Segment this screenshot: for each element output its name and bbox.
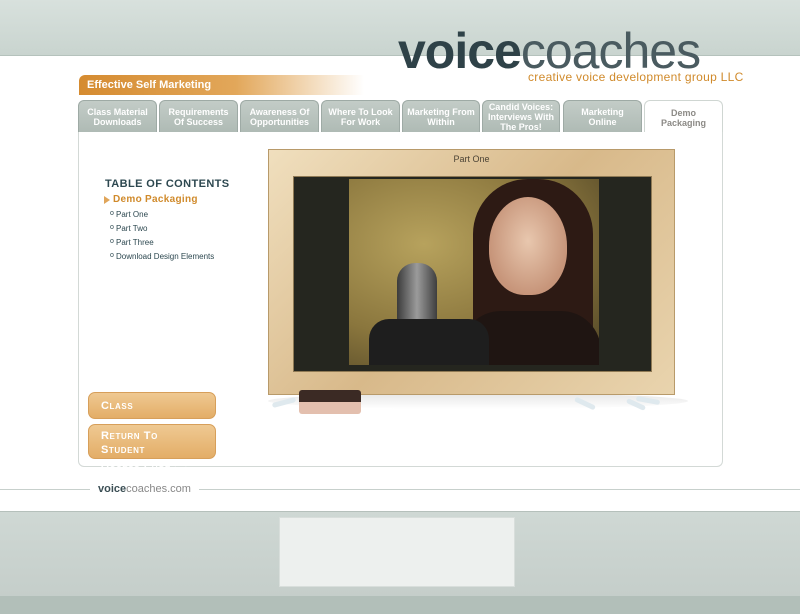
toc-item-part-two[interactable]: Part Two (110, 224, 255, 233)
tab-marketing-online[interactable]: Marketing Online (563, 100, 642, 133)
toc-current-section[interactable]: Demo Packaging (104, 194, 255, 205)
footer-logo-light: coaches.com (126, 483, 191, 495)
voicecoaches-logo[interactable]: voicecoaches creative voice development … (398, 26, 743, 86)
logo-wordmark: voicecoaches (398, 26, 728, 76)
return-button-line-1: Return To Student (101, 430, 158, 456)
tab-requirements-of-success[interactable]: Requirements Of Success (159, 100, 238, 133)
eraser-icon (299, 390, 361, 416)
tab-candid-voices[interactable]: Candid Voices: Interviews With The Pros! (482, 100, 560, 133)
table-of-contents: TABLE OF CONTENTS Demo Packaging Part On… (104, 178, 255, 266)
class-instructions-button[interactable]: Class Instructions (88, 392, 216, 439)
footer-box (279, 517, 515, 587)
toc-title: TABLE OF CONTENTS (105, 178, 230, 190)
toc-item-part-one[interactable]: Part One (110, 210, 255, 219)
tab-marketing-from-within[interactable]: Marketing From Within (402, 100, 480, 133)
tab-where-to-look-for-work[interactable]: Where To Look For Work (321, 100, 400, 133)
section-title: Effective Self Marketing (79, 75, 364, 95)
video-still (349, 179, 599, 365)
face-shape (489, 197, 567, 295)
bottom-strip (0, 596, 800, 614)
tab-awareness-of-opportunities[interactable]: Awareness Of Opportunities (240, 100, 319, 133)
toc-current-label: Demo Packaging (113, 194, 198, 205)
video-frame: Part One (268, 149, 675, 395)
tab-demo-packaging[interactable]: Demo Packaging (644, 100, 723, 134)
toc-item-download-design-elements[interactable]: Download Design Elements (110, 252, 255, 261)
return-to-student-access-button[interactable]: Return To Student Access Page > > (88, 424, 216, 470)
footer-logo[interactable]: voicecoaches.com (90, 483, 199, 495)
microphone-mount (369, 319, 489, 365)
tab-class-material-downloads[interactable]: Class Material Downloads (78, 100, 157, 133)
logo-tagline: creative voice development group LLC (528, 70, 744, 84)
logo-bold: voice (398, 23, 522, 79)
arrow-right-icon (104, 196, 110, 204)
video-player[interactable] (293, 176, 652, 372)
video-label: Part One (453, 154, 490, 164)
footer-logo-bold: voice (98, 483, 127, 495)
toc-item-part-three[interactable]: Part Three (110, 238, 255, 247)
return-button-line-2: Access Page > > (101, 458, 193, 470)
